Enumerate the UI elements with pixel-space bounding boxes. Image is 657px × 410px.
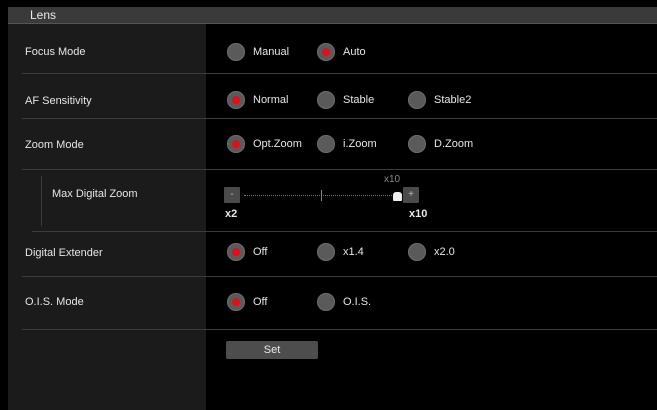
- radio-off-icon: [408, 243, 426, 261]
- focus-mode-auto-radio[interactable]: Auto: [317, 42, 366, 62]
- divider: [32, 231, 206, 232]
- divider: [22, 73, 206, 74]
- section-title: Lens: [30, 8, 57, 22]
- divider: [22, 169, 206, 170]
- slider-thumb[interactable]: [393, 192, 402, 201]
- lens-section-header: Lens: [8, 7, 657, 24]
- focus-mode-label: Focus Mode: [25, 46, 86, 58]
- radio-on-icon: [317, 43, 335, 61]
- radio-off-icon: [317, 243, 335, 261]
- radio-off-icon: [317, 91, 335, 109]
- zoom-mode-dzoom-radio[interactable]: D.Zoom: [408, 134, 473, 154]
- radio-off-icon: [227, 43, 245, 61]
- af-sensitivity-stable-radio[interactable]: Stable: [317, 90, 374, 110]
- zoom-mode-izoom-radio[interactable]: i.Zoom: [317, 134, 377, 154]
- divider: [206, 73, 657, 74]
- ois-mode-ois-radio[interactable]: O.I.S.: [317, 292, 371, 312]
- option-label: Opt.Zoom: [253, 138, 302, 150]
- radio-on-icon: [227, 135, 245, 153]
- radio-on-icon: [227, 243, 245, 261]
- zoom-mode-optzoom-radio[interactable]: Opt.Zoom: [227, 134, 302, 154]
- label-column: Focus Mode AF Sensitivity Zoom Mode Max …: [8, 24, 206, 410]
- divider: [206, 118, 657, 119]
- option-label: x1.4: [343, 246, 364, 258]
- digital-extender-x20-radio[interactable]: x2.0: [408, 242, 455, 262]
- divider: [206, 276, 657, 277]
- slider-current-marker: x10: [384, 174, 401, 185]
- zoom-increase-button[interactable]: +: [403, 187, 419, 203]
- divider: [22, 118, 206, 119]
- af-sensitivity-normal-radio[interactable]: Normal: [227, 90, 288, 110]
- radio-on-icon: [227, 293, 245, 311]
- option-label: Off: [253, 246, 268, 258]
- focus-mode-manual-radio[interactable]: Manual: [227, 42, 289, 62]
- ois-mode-off-radio[interactable]: Off: [227, 292, 267, 312]
- divider: [206, 329, 657, 330]
- zoom-decrease-button[interactable]: -: [224, 187, 240, 203]
- slider-min-label: x2: [225, 208, 238, 220]
- digital-extender-label: Digital Extender: [25, 247, 103, 259]
- digital-extender-off-radio[interactable]: Off: [227, 242, 267, 262]
- radio-off-icon: [408, 135, 426, 153]
- option-label: Auto: [343, 46, 366, 58]
- option-label: Normal: [253, 94, 289, 106]
- option-label: i.Zoom: [343, 138, 377, 150]
- set-button[interactable]: Set: [226, 341, 318, 359]
- af-sensitivity-stable2-radio[interactable]: Stable2: [408, 90, 471, 110]
- radio-on-icon: [227, 91, 245, 109]
- divider: [206, 231, 657, 232]
- divider: [22, 276, 206, 277]
- max-digital-zoom-label: Max Digital Zoom: [52, 188, 138, 200]
- lens-settings-panel: Lens Focus Mode AF Sensitivity Zoom Mode…: [8, 7, 657, 410]
- radio-off-icon: [317, 135, 335, 153]
- slider-track[interactable]: [244, 195, 400, 197]
- option-label: D.Zoom: [434, 138, 474, 150]
- option-label: O.I.S.: [343, 296, 372, 308]
- ois-mode-label: O.I.S. Mode: [25, 296, 84, 308]
- slider-center-tick: [321, 190, 322, 201]
- option-label: Manual: [253, 46, 290, 58]
- radio-off-icon: [408, 91, 426, 109]
- option-label: x2.0: [434, 246, 455, 258]
- af-sensitivity-label: AF Sensitivity: [25, 95, 92, 107]
- indent-guide: [41, 176, 42, 226]
- divider: [22, 329, 206, 330]
- radio-off-icon: [317, 293, 335, 311]
- divider: [206, 169, 657, 170]
- slider-max-label: x10: [409, 208, 428, 220]
- digital-extender-x14-radio[interactable]: x1.4: [317, 242, 364, 262]
- option-label: Off: [253, 296, 268, 308]
- option-label: Stable: [343, 94, 375, 106]
- option-label: Stable2: [434, 94, 472, 106]
- zoom-mode-label: Zoom Mode: [25, 139, 84, 151]
- value-column: Manual Auto Normal Stable Stable2 Opt.Zo…: [206, 24, 657, 410]
